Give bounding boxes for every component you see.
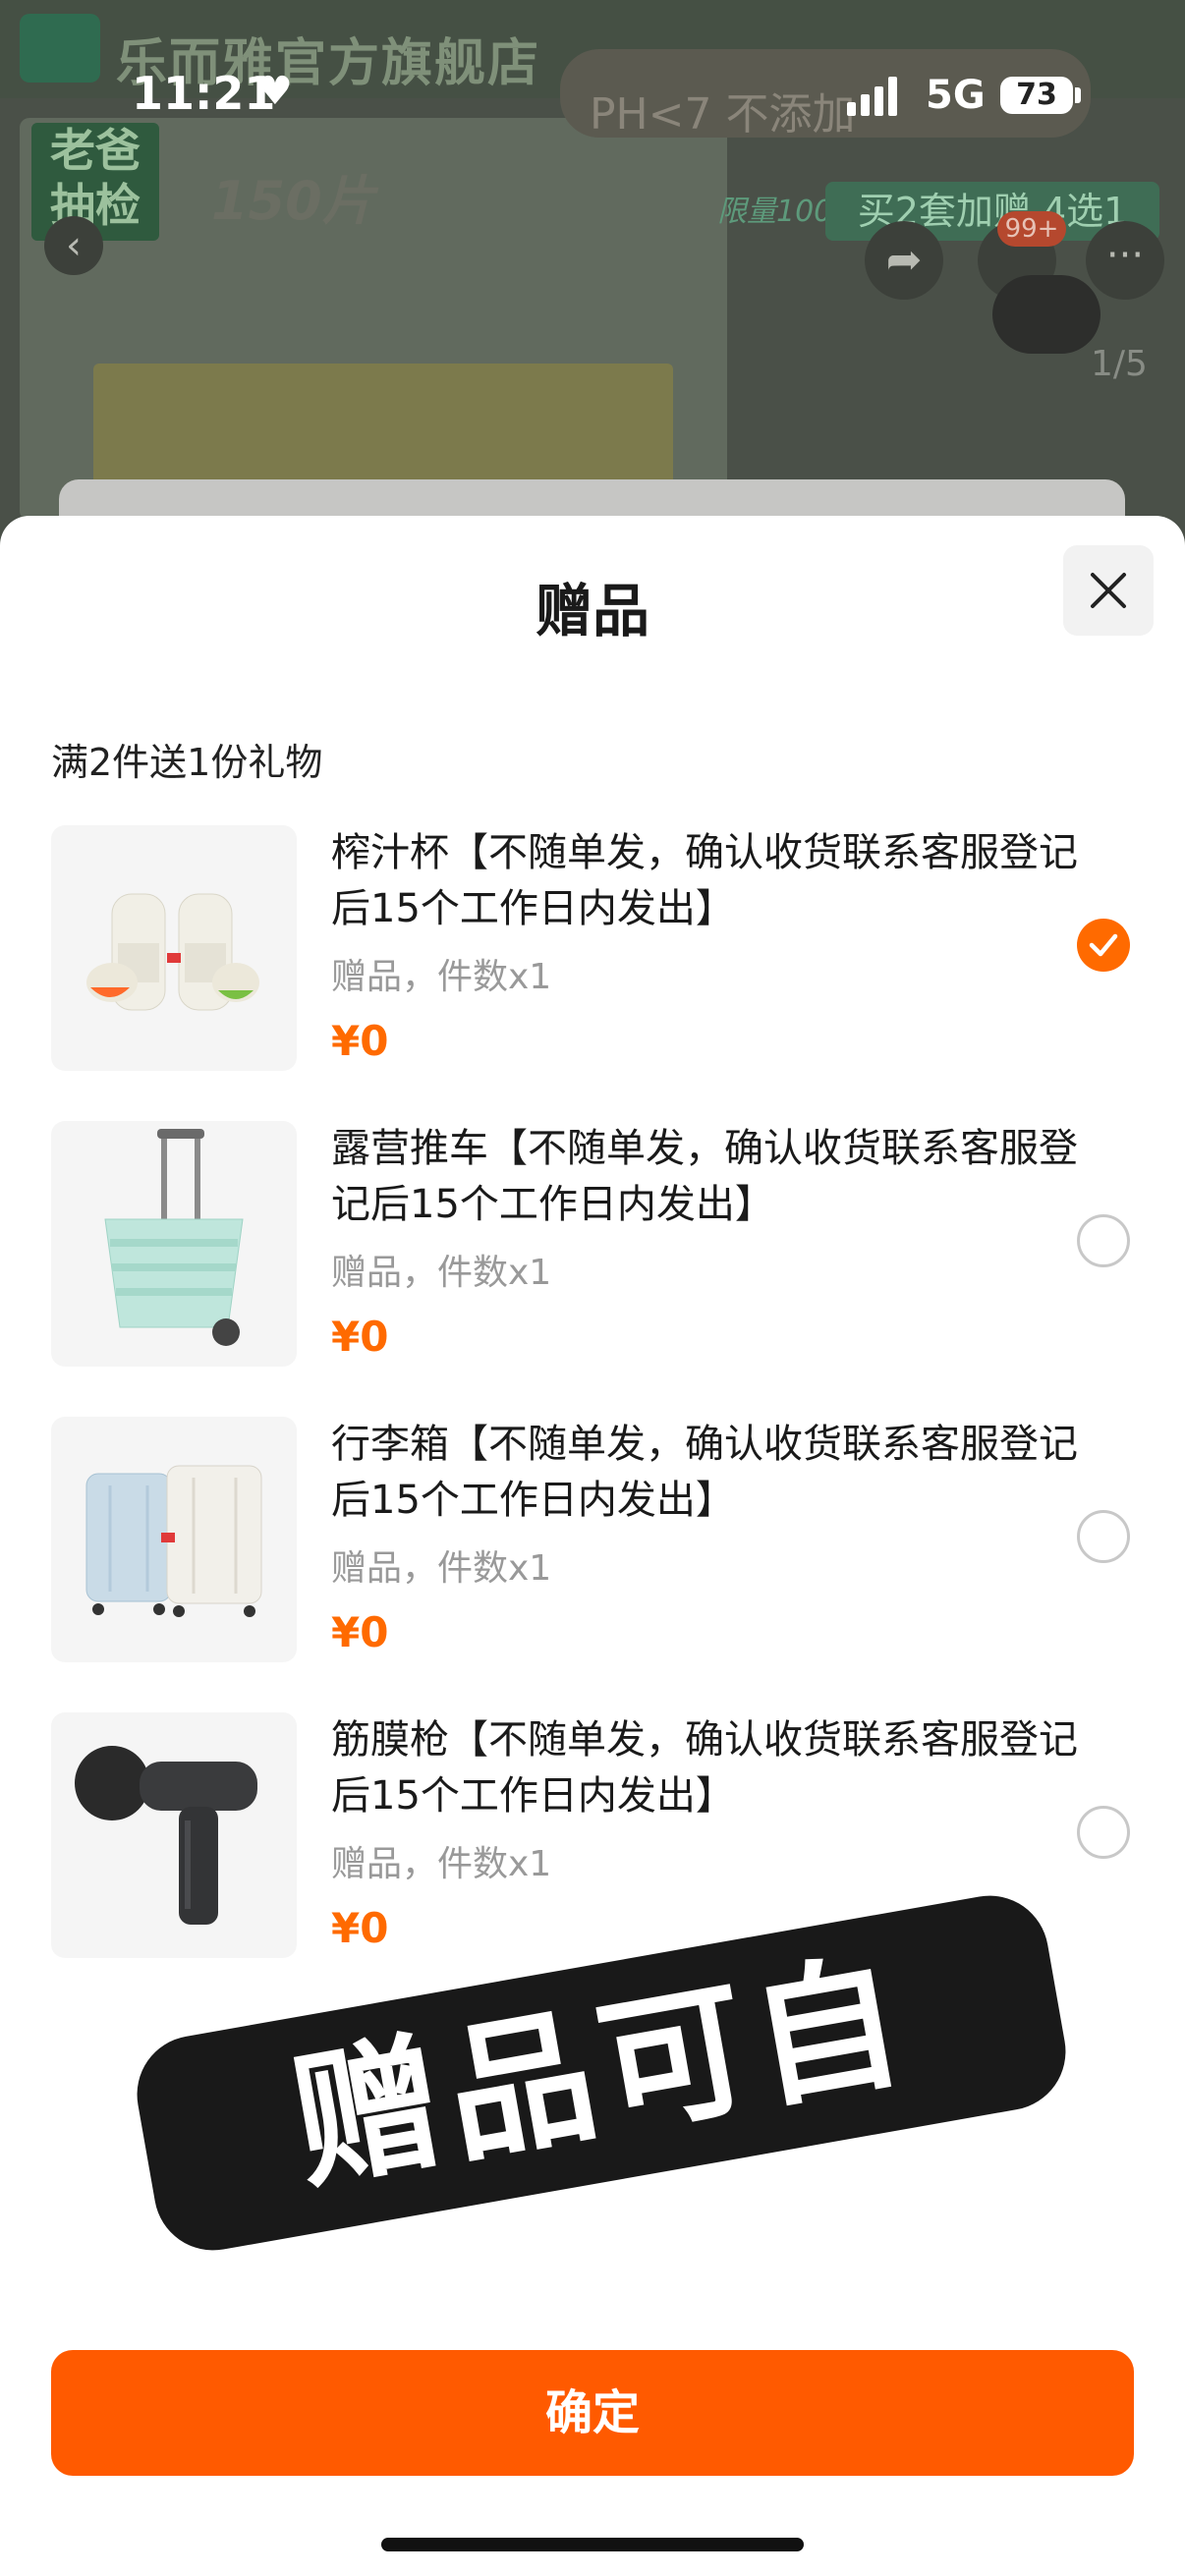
battery-icon: 73 xyxy=(1000,77,1073,114)
gift-item-luggage[interactable]: 行李箱【不随单发，确认收货联系客服登记后15个工作日内发出】 赠品，件数x1 ¥… xyxy=(51,1417,1161,1667)
gift-rule-text: 满2件送1份礼物 xyxy=(51,741,323,784)
close-button[interactable] xyxy=(1063,545,1154,636)
pad-count: 150片 xyxy=(211,170,375,232)
gift-item-radio[interactable] xyxy=(1077,919,1130,972)
close-icon xyxy=(1091,573,1126,608)
share-icon[interactable]: ➦ xyxy=(865,221,943,300)
gift-item-radio[interactable] xyxy=(1077,1510,1130,1563)
luggage-image xyxy=(51,1417,297,1662)
confirm-button[interactable]: 确定 xyxy=(51,2350,1134,2476)
gift-item-juicer[interactable]: 榨汁杯【不随单发，确认收货联系客服登记后15个工作日内发出】 赠品，件数x1 ¥… xyxy=(51,825,1161,1076)
gift-item-title: 筋膜枪【不随单发，确认收货联系客服登记后15个工作日内发出】 xyxy=(331,1717,1078,1819)
gift-item-meta: 赠品，件数x1 xyxy=(331,957,552,997)
juicer-image xyxy=(51,825,297,1071)
camping-cart-image xyxy=(51,1121,297,1367)
gift-item-title: 露营推车【不随单发，确认收货联系客服登记后15个工作日内发出】 xyxy=(331,1126,1078,1227)
gift-item-radio[interactable] xyxy=(1077,1214,1130,1267)
gift-item-price: ¥0 xyxy=(331,1017,389,1065)
gift-item-meta: 赠品，件数x1 xyxy=(331,1844,552,1884)
gift-item-price: ¥0 xyxy=(331,1313,389,1361)
massage-gun-image xyxy=(51,1712,297,1958)
slide-indicator: 1/5 xyxy=(1091,344,1148,384)
signal-icon xyxy=(847,75,906,116)
gift-item-meta: 赠品，件数x1 xyxy=(331,1548,552,1589)
gift-item-radio[interactable] xyxy=(1077,1806,1130,1859)
network-label: 5G xyxy=(926,73,986,118)
battery-tip xyxy=(1075,87,1081,103)
massage-gun-thumbnail xyxy=(992,275,1100,354)
back-icon[interactable]: ‹ xyxy=(44,216,103,275)
cart-badge: 99+ xyxy=(997,211,1066,247)
gift-item-title: 榨汁杯【不随单发，确认收货联系客服登记后15个工作日内发出】 xyxy=(331,830,1078,931)
gift-item-price: ¥0 xyxy=(331,1904,389,1952)
gift-item-price: ¥0 xyxy=(331,1608,389,1656)
home-indicator xyxy=(381,2538,804,2551)
gift-item-title: 行李箱【不随单发，确认收货联系客服登记后15个工作日内发出】 xyxy=(331,1422,1078,1523)
inspection-badge: 老爸 抽检 xyxy=(31,123,159,241)
sheet-title: 赠品 xyxy=(535,578,649,644)
heart-icon: ♥ xyxy=(257,69,293,114)
gift-item-camping-cart[interactable]: 露营推车【不随单发，确认收货联系客服登记后15个工作日内发出】 赠品，件数x1 … xyxy=(51,1121,1161,1372)
status-bar: 11:21 ♥ 5G 73 xyxy=(0,0,1185,120)
status-time: 11:21 xyxy=(132,67,276,120)
more-icon[interactable]: ··· xyxy=(1086,221,1164,300)
gift-item-meta: 赠品，件数x1 xyxy=(331,1253,552,1293)
checkmark-icon xyxy=(1089,933,1118,957)
